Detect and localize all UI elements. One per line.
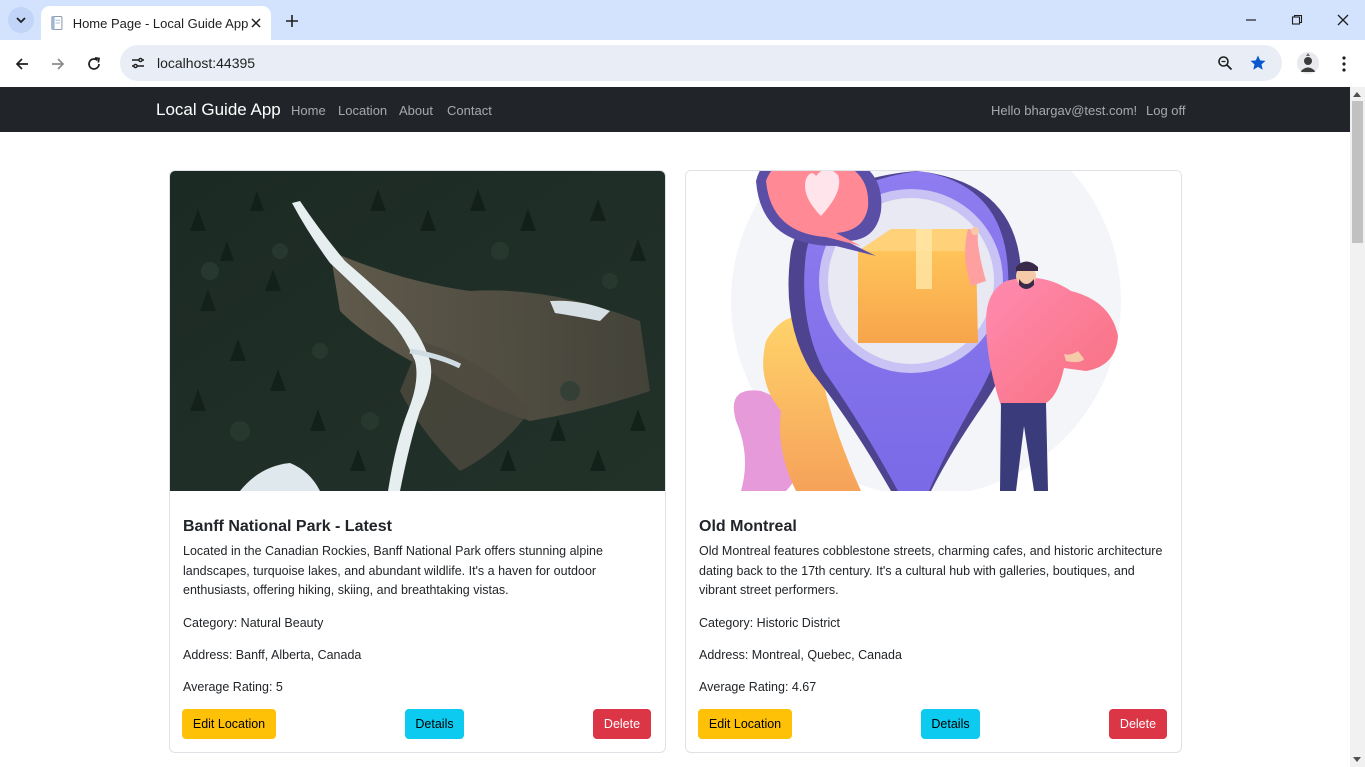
- logoff-link[interactable]: Log off: [1146, 103, 1186, 118]
- arrow-right-icon: [52, 58, 65, 70]
- url-text: localhost:44395: [157, 55, 256, 71]
- edit-location-button[interactable]: Edit Location: [698, 709, 792, 739]
- card-description: Located in the Canadian Rockies, Banff N…: [183, 544, 603, 597]
- card-address: Address: Banff, Alberta, Canada: [183, 648, 362, 662]
- close-icon: [1337, 14, 1349, 26]
- nav-contact[interactable]: Contact: [447, 103, 492, 118]
- nav-location[interactable]: Location: [338, 103, 387, 118]
- location-image: [686, 171, 1181, 491]
- bookmark-star-icon[interactable]: [1248, 53, 1268, 73]
- scrollbar-thumb[interactable]: [1352, 101, 1363, 243]
- scroll-down-arrow-icon[interactable]: [1353, 757, 1361, 762]
- reload-button[interactable]: [82, 52, 106, 76]
- brand-link[interactable]: Local Guide App: [156, 100, 281, 120]
- new-tab-button[interactable]: [281, 10, 303, 32]
- location-card: Banff National Park - Latest Located in …: [169, 170, 666, 753]
- more-vertical-icon: [1342, 56, 1346, 72]
- card-address: Address: Montreal, Quebec, Canada: [699, 648, 902, 662]
- location-card: Old Montreal Old Montreal features cobbl…: [685, 170, 1182, 753]
- profile-avatar[interactable]: [1297, 52, 1319, 74]
- close-tab-icon[interactable]: [248, 15, 263, 31]
- restore-icon: [1291, 14, 1303, 25]
- nav-home[interactable]: Home: [291, 103, 326, 118]
- card-category: Category: Natural Beauty: [183, 616, 324, 630]
- user-greeting-link[interactable]: Hello bhargav@test.com!: [991, 103, 1137, 118]
- edit-location-button[interactable]: Edit Location: [182, 709, 276, 739]
- tab-search-button[interactable]: [8, 7, 34, 33]
- address-bar[interactable]: localhost:44395: [120, 45, 1282, 81]
- active-tab[interactable]: Home Page - Local Guide App: [41, 6, 271, 40]
- page-favicon-icon: [51, 16, 63, 30]
- minimize-icon: [1246, 19, 1256, 21]
- chevron-down-icon: [16, 17, 26, 24]
- page-scrollbar[interactable]: [1350, 87, 1365, 767]
- browser-menu-button[interactable]: [1334, 52, 1354, 76]
- card-body: Banff National Park - Latest Located in …: [183, 518, 653, 601]
- browser-toolbar: localhost:44395: [0, 40, 1365, 87]
- nav-about[interactable]: About: [399, 103, 433, 118]
- restore-window-button[interactable]: [1287, 10, 1307, 30]
- browser-tab-bar: Home Page - Local Guide App: [0, 0, 1365, 40]
- avatar-icon: [1297, 52, 1319, 74]
- scroll-up-arrow-icon[interactable]: [1353, 92, 1361, 97]
- delete-button[interactable]: Delete: [1109, 709, 1167, 739]
- back-button[interactable]: [10, 52, 34, 76]
- details-button[interactable]: Details: [921, 709, 980, 739]
- reload-icon: [88, 56, 100, 70]
- arrow-left-icon: [15, 58, 28, 70]
- minimize-window-button[interactable]: [1241, 10, 1261, 30]
- forward-button[interactable]: [46, 52, 70, 76]
- delete-button[interactable]: Delete: [593, 709, 651, 739]
- plus-icon: [286, 15, 298, 27]
- site-info-icon[interactable]: [128, 53, 148, 73]
- card-title: Old Montreal: [699, 518, 797, 535]
- site-navbar: Local Guide App Home Location About Cont…: [0, 87, 1350, 132]
- card-body: Old Montreal Old Montreal features cobbl…: [699, 518, 1169, 601]
- zoom-icon[interactable]: [1215, 53, 1235, 73]
- location-image: [170, 171, 665, 491]
- card-rating: Average Rating: 4.67: [699, 680, 817, 694]
- card-category: Category: Historic District: [699, 616, 840, 630]
- card-description: Old Montreal features cobblestone street…: [699, 544, 1163, 597]
- card-rating: Average Rating: 5: [183, 680, 283, 694]
- tab-title: Home Page - Local Guide App: [72, 15, 249, 31]
- details-button[interactable]: Details: [405, 709, 464, 739]
- page-viewport: Local Guide App Home Location About Cont…: [0, 87, 1365, 767]
- card-title: Banff National Park - Latest: [183, 518, 392, 535]
- close-window-button[interactable]: [1333, 10, 1353, 30]
